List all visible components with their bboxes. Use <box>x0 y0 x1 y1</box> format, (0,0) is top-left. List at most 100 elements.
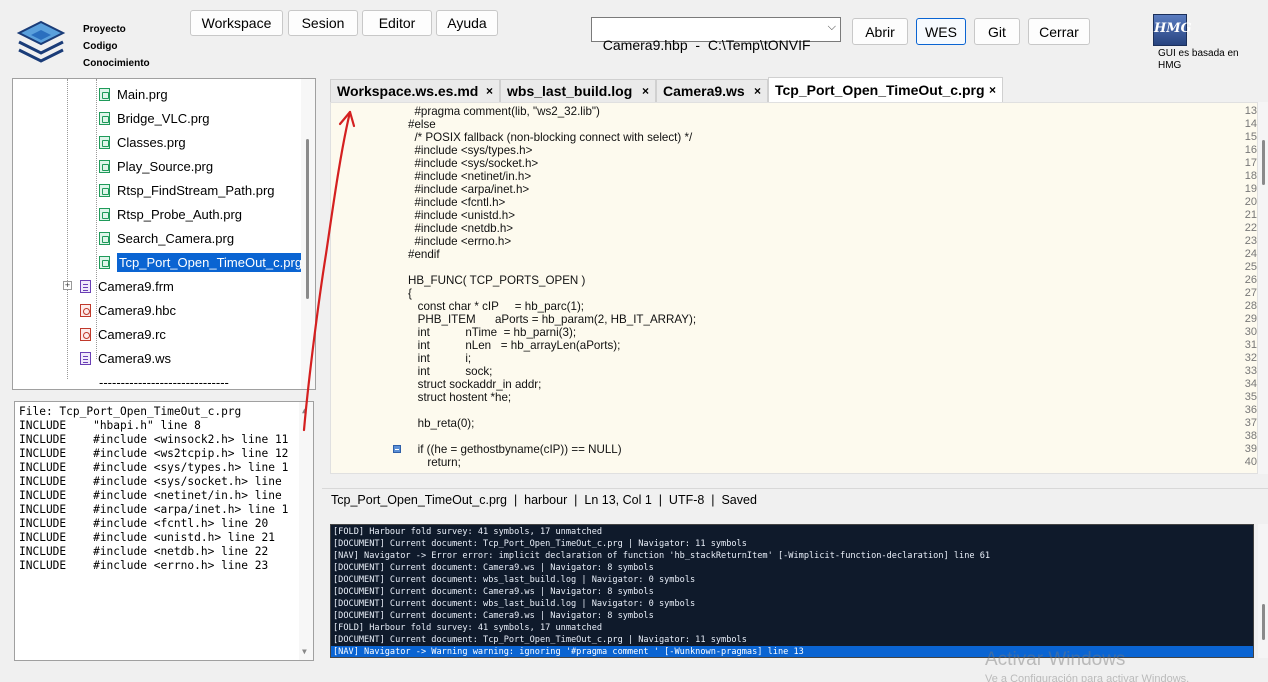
cerrar-button[interactable]: Cerrar <box>1028 18 1090 45</box>
code-line: int sock; <box>408 365 493 378</box>
fold-collapse-icon[interactable] <box>393 445 401 453</box>
scroll-down-icon[interactable]: ▼ <box>302 647 307 656</box>
menu-sesion-button[interactable]: Sesion <box>288 10 358 36</box>
tree-item-label: Bridge_VLC.prg <box>117 110 210 126</box>
tree-item-selected[interactable]: Tcp_Port_Open_TimeOut_c.prg <box>99 251 305 273</box>
code-line: #include <sys/socket.h> <box>408 157 539 170</box>
abrir-button[interactable]: Abrir <box>852 18 908 45</box>
code-line: #include <unistd.h> <box>408 209 515 222</box>
log-line[interactable]: [FOLD] Harbour fold survey: 41 symbols, … <box>333 526 1253 538</box>
project-select[interactable]: Camera9.hbp - C:\Temp\tONVIF ⌵ <box>591 17 841 53</box>
tree-guide-line <box>67 79 68 379</box>
tab-camera9-ws[interactable]: Camera9.ws × <box>656 79 768 102</box>
project-select-value: Camera9.hbp - C:\Temp\tONVIF <box>602 37 811 53</box>
code-line: { <box>408 287 412 300</box>
project-tree[interactable]: Main.prg Bridge_VLC.prg Classes.prg Play… <box>12 78 316 390</box>
include-line: INCLUDE "hbapi.h" line 8 <box>19 419 201 432</box>
line-number: 24 <box>1244 248 1257 260</box>
tree-item-label: Main.prg <box>117 86 168 102</box>
tree-item-label: Camera9.frm <box>98 278 174 294</box>
tree-item[interactable]: Camera9.ws <box>80 347 171 369</box>
include-line: INCLUDE #include <winsock2.h> line 11 <box>19 433 289 446</box>
hmg-caption: GUI es basada en HMG <box>1158 48 1239 71</box>
code-editor[interactable]: 13 #pragma comment(lib, "ws2_32.lib") 14… <box>330 102 1258 474</box>
log-line[interactable]: [DOCUMENT] Current document: wbs_last_bu… <box>333 574 1253 586</box>
code-line: const char * cIP = hb_parc(1); <box>408 300 585 313</box>
close-icon[interactable]: × <box>989 83 996 97</box>
code-line: #include <errno.h> <box>408 235 512 248</box>
line-number: 37 <box>1244 417 1257 429</box>
chevron-down-icon[interactable]: ⌵ <box>828 21 836 34</box>
windows-activation-subtitle: Ve a Configuración para activar Windows. <box>985 673 1190 682</box>
tree-item-label: Camera9.rc <box>98 326 166 342</box>
log-line[interactable]: [DOCUMENT] Current document: Camera9.ws … <box>333 610 1253 622</box>
code-line: #else <box>408 118 436 131</box>
menu-workspace-button[interactable]: Workspace <box>190 10 283 36</box>
windows-activation-watermark: Activar Windows <box>985 649 1126 670</box>
tree-item-label: Rtsp_FindStream_Path.prg <box>117 182 275 198</box>
log-line[interactable]: [NAV] Navigator -> Error error: implicit… <box>333 550 1253 562</box>
tree-item[interactable]: Search_Camera.prg <box>99 227 234 249</box>
output-log[interactable]: [FOLD] Harbour fold survey: 41 symbols, … <box>330 524 1254 658</box>
tree-item[interactable]: Camera9.hbc <box>80 299 176 321</box>
line-number: 19 <box>1244 183 1257 195</box>
tree-item-label: Search_Camera.prg <box>117 230 235 246</box>
tree-item[interactable]: Rtsp_FindStream_Path.prg <box>99 179 275 201</box>
tab-label: Workspace.ws.es.md <box>337 83 479 99</box>
status-bar: Tcp_Port_Open_TimeOut_c.prg | harbour | … <box>331 493 757 507</box>
line-number: 40 <box>1244 456 1257 468</box>
line-number: 28 <box>1244 300 1257 312</box>
tree-item[interactable]: Bridge_VLC.prg <box>99 107 210 129</box>
close-icon[interactable]: × <box>642 84 649 98</box>
code-line: #endif <box>408 248 440 261</box>
close-icon[interactable]: × <box>486 84 493 98</box>
tab-wbs-log[interactable]: wbs_last_build.log × <box>500 79 656 102</box>
code-line: int i; <box>408 352 472 365</box>
include-line: File: Tcp_Port_Open_TimeOut_c.prg <box>19 405 242 418</box>
git-button[interactable]: Git <box>974 18 1020 45</box>
log-line[interactable]: [DOCUMENT] Current document: Camera9.ws … <box>333 586 1253 598</box>
form-file-icon <box>80 279 91 293</box>
tree-item[interactable]: Camera9.rc <box>80 323 166 345</box>
divider <box>322 488 1268 489</box>
log-line[interactable]: [DOCUMENT] Current document: wbs_last_bu… <box>333 598 1253 610</box>
scroll-thumb[interactable] <box>1262 140 1265 185</box>
app-logo-icon <box>16 20 66 63</box>
line-number: 33 <box>1244 365 1257 377</box>
log-line[interactable]: [FOLD] Harbour fold survey: 41 symbols, … <box>333 622 1253 634</box>
include-scrollbar[interactable]: ▲ ▼ <box>299 402 313 660</box>
close-icon[interactable]: × <box>754 84 761 98</box>
tree-expand-icon[interactable]: + <box>63 281 72 290</box>
log-scrollbar[interactable] <box>1258 524 1268 658</box>
prg-file-icon <box>99 231 110 245</box>
tree-item[interactable]: Camera9.frm <box>80 275 174 297</box>
include-line: INCLUDE #include <sys/socket.h> line <box>19 475 282 488</box>
tab-tcp-port-prg[interactable]: Tcp_Port_Open_TimeOut_c.prg × <box>768 77 1003 102</box>
code-line: struct sockaddr_in addr; <box>408 378 542 391</box>
wes-button[interactable]: WES <box>916 18 966 45</box>
prg-file-icon <box>99 207 110 221</box>
include-panel[interactable]: File: Tcp_Port_Open_TimeOut_c.prg INCLUD… <box>14 401 314 661</box>
log-line[interactable]: [DOCUMENT] Current document: Tcp_Port_Op… <box>333 538 1253 550</box>
menu-ayuda-button[interactable]: Ayuda <box>436 10 498 36</box>
tree-item[interactable]: Main.prg <box>99 83 168 105</box>
logo-line: Proyecto <box>83 24 126 35</box>
log-line[interactable]: [DOCUMENT] Current document: Camera9.ws … <box>333 562 1253 574</box>
include-line: INCLUDE #include <sys/types.h> line 1 <box>19 461 289 474</box>
editor-scrollbar[interactable] <box>1258 102 1268 474</box>
tree-item[interactable]: Rtsp_Probe_Auth.prg <box>99 203 242 225</box>
code-line: #include <netdb.h> <box>408 222 514 235</box>
scroll-thumb[interactable] <box>1262 604 1265 640</box>
line-number: 17 <box>1244 157 1257 169</box>
line-number: 27 <box>1244 287 1257 299</box>
line-number: 13 <box>1244 105 1257 117</box>
log-line[interactable]: [DOCUMENT] Current document: Tcp_Port_Op… <box>333 634 1253 646</box>
tree-separator: ------------------------------ <box>99 371 229 390</box>
tree-item[interactable]: Classes.prg <box>99 131 186 153</box>
menu-editor-button[interactable]: Editor <box>362 10 432 36</box>
tree-item-label: ------------------------------ <box>99 374 229 390</box>
tree-item[interactable]: Play_Source.prg <box>99 155 213 177</box>
tab-workspace-md[interactable]: Workspace.ws.es.md × <box>330 79 500 102</box>
include-line: INCLUDE #include <netinet/in.h> line <box>19 489 282 502</box>
code-line: /* POSIX fallback (non-blocking connect … <box>408 131 693 144</box>
